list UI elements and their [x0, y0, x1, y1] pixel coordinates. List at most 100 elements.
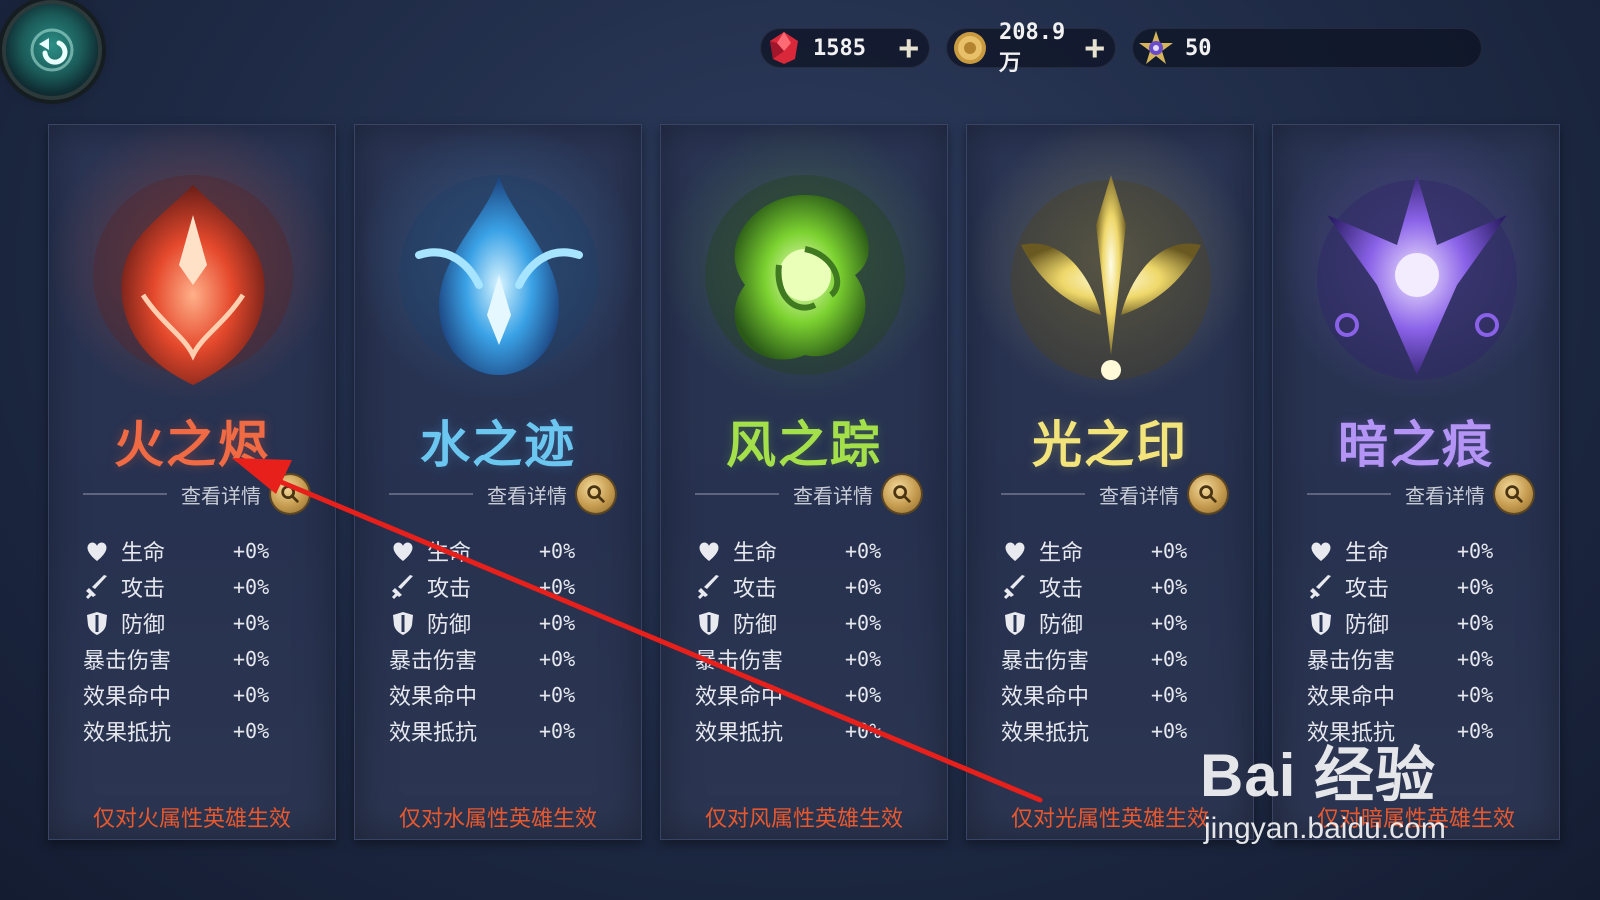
stat-row: 暴击伤害 +0% — [1001, 641, 1211, 677]
stat-list: 生命 +0% 攻击 +0% 防御 +0% 暴击伤害 +0% 效果命中 +0% 效… — [389, 533, 599, 749]
sword-icon — [391, 575, 413, 600]
card-title: 光之印 — [1032, 416, 1188, 474]
card-title: 暗之痕 — [1338, 416, 1494, 474]
gem-counter: 1585 + — [760, 28, 930, 68]
stat-value: +0% — [539, 611, 576, 635]
stat-row: 生命 +0% — [83, 533, 293, 569]
stat-row: 攻击 +0% — [1001, 569, 1211, 605]
view-details-button[interactable] — [883, 475, 921, 513]
stat-list: 生命 +0% 攻击 +0% 防御 +0% 暴击伤害 +0% 效果命中 +0% 效… — [695, 533, 905, 749]
stat-name: 防御 — [1345, 613, 1390, 638]
stat-list: 生命 +0% 攻击 +0% 防御 +0% 暴击伤害 +0% 效果命中 +0% 效… — [1001, 533, 1211, 749]
stat-value: +0% — [1151, 575, 1188, 599]
view-details-button[interactable] — [1495, 475, 1533, 513]
gold-value: 208.9万 — [999, 19, 1066, 76]
back-button[interactable] — [6, 4, 98, 96]
stat-name: 生命 — [121, 541, 166, 566]
view-details-link[interactable]: 查看详情 — [1099, 480, 1179, 509]
shield-icon — [393, 612, 413, 635]
stat-row: 生命 +0% — [389, 533, 599, 569]
card-title: 水之迹 — [420, 416, 576, 474]
sword-icon — [697, 575, 719, 600]
magnifier-icon — [1199, 485, 1217, 503]
stat-value: +0% — [1151, 719, 1188, 743]
view-details-button[interactable] — [1189, 475, 1227, 513]
detail-row: 查看详情 — [389, 473, 639, 515]
stat-row: 效果抵抗 +0% — [389, 713, 599, 749]
stat-value: +0% — [233, 683, 270, 707]
stat-value: +0% — [845, 683, 882, 707]
star-value: 50 — [1185, 35, 1212, 61]
stat-row: 生命 +0% — [1001, 533, 1211, 569]
view-details-link[interactable]: 查看详情 — [181, 480, 261, 509]
stat-row: 效果命中 +0% — [695, 677, 905, 713]
stat-value: +0% — [845, 575, 882, 599]
element-cards: 火之烬 查看详情 生命 +0% 攻击 +0% 防御 +0% 暴击伤害 +0% 效… — [48, 124, 1560, 840]
stat-value: +0% — [845, 611, 882, 635]
stat-name: 效果抵抗 — [1001, 721, 1090, 746]
stat-value: +0% — [539, 575, 576, 599]
stat-value: +0% — [1151, 611, 1188, 635]
stat-row: 效果抵抗 +0% — [83, 713, 293, 749]
stat-value: +0% — [233, 575, 270, 599]
stat-row: 暴击伤害 +0% — [695, 641, 905, 677]
stat-name: 效果抵抗 — [695, 721, 784, 746]
element-emblem-icon — [1001, 155, 1221, 395]
heart-icon — [1311, 542, 1331, 561]
view-details-button[interactable] — [577, 475, 615, 513]
detail-row: 查看详情 — [695, 473, 945, 515]
stat-value: +0% — [1457, 611, 1494, 635]
stat-value: +0% — [539, 647, 576, 671]
divider — [1001, 493, 1085, 495]
heart-icon — [1005, 542, 1025, 561]
stat-value: +0% — [1457, 539, 1494, 563]
stat-name: 防御 — [1039, 613, 1084, 638]
view-details-link[interactable]: 查看详情 — [1405, 480, 1485, 509]
stat-value: +0% — [233, 539, 270, 563]
add-gold-button[interactable]: + — [1085, 31, 1105, 65]
add-gem-button[interactable]: + — [899, 31, 919, 65]
stat-value: +0% — [233, 647, 270, 671]
stat-row: 效果命中 +0% — [1307, 677, 1517, 713]
stat-name: 攻击 — [121, 577, 166, 602]
element-card: 光之印 查看详情 生命 +0% 攻击 +0% 防御 +0% 暴击伤害 +0% 效… — [966, 124, 1254, 840]
heart-icon — [699, 542, 719, 561]
stat-name: 攻击 — [1345, 577, 1390, 602]
magnifier-icon — [281, 485, 299, 503]
shield-icon — [1005, 612, 1025, 635]
stat-row: 防御 +0% — [1001, 605, 1211, 641]
stat-name: 效果命中 — [695, 685, 784, 710]
watermark-logo: Bai 经验 — [1200, 742, 1437, 809]
view-details-link[interactable]: 查看详情 — [487, 480, 567, 509]
stat-row: 防御 +0% — [1307, 605, 1517, 641]
stat-name: 攻击 — [733, 577, 778, 602]
stat-row: 生命 +0% — [1307, 533, 1517, 569]
stat-name: 暴击伤害 — [1307, 649, 1396, 674]
ruby-gem-icon — [770, 32, 798, 64]
stat-row: 暴击伤害 +0% — [1307, 641, 1517, 677]
stat-name: 效果命中 — [1001, 685, 1090, 710]
stat-value: +0% — [1151, 683, 1188, 707]
star-counter: 50 — [1132, 28, 1482, 68]
stat-row: 防御 +0% — [695, 605, 905, 641]
element-emblem-icon — [1307, 155, 1527, 395]
view-details-link[interactable]: 查看详情 — [793, 480, 873, 509]
stat-name: 生命 — [427, 541, 472, 566]
divider — [695, 493, 779, 495]
sword-icon — [85, 575, 107, 600]
heart-icon — [393, 542, 413, 561]
stat-row: 攻击 +0% — [1307, 569, 1517, 605]
stat-name: 生命 — [733, 541, 778, 566]
stat-value: +0% — [1457, 575, 1494, 599]
view-details-button[interactable] — [271, 475, 309, 513]
star-emblem-icon — [1139, 31, 1173, 64]
card-title: 火之烬 — [114, 416, 270, 474]
stat-value: +0% — [1457, 683, 1494, 707]
stat-value: +0% — [845, 719, 882, 743]
stat-value: +0% — [1457, 647, 1494, 671]
stat-value: +0% — [845, 647, 882, 671]
stat-name: 暴击伤害 — [83, 649, 172, 674]
stat-value: +0% — [1151, 539, 1188, 563]
shield-icon — [87, 612, 107, 635]
detail-row: 查看详情 — [1307, 473, 1557, 515]
